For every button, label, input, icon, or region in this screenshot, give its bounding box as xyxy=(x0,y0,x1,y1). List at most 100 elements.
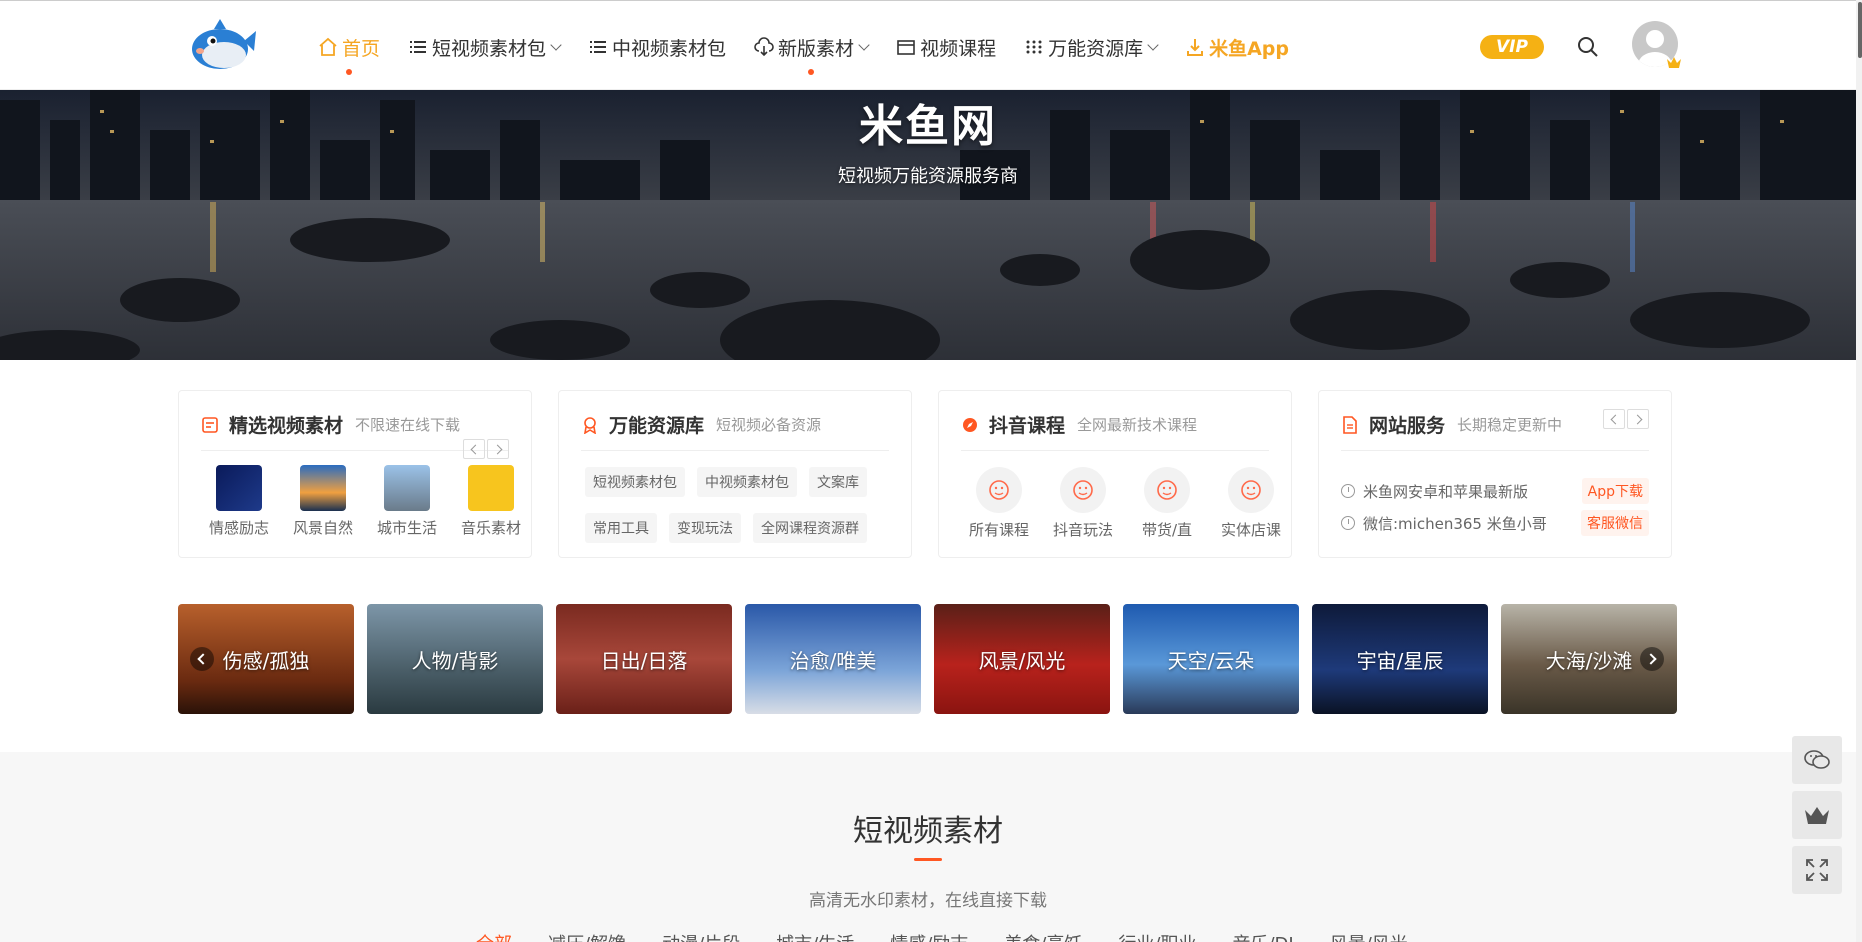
card-title[interactable]: 网站服务 xyxy=(1369,411,1445,438)
section-title: 短视频素材 xyxy=(853,814,1003,849)
service-text[interactable]: 微信:michen365 米鱼小哥 xyxy=(1363,513,1581,534)
nav-home-label: 首页 xyxy=(342,37,381,60)
list-icon xyxy=(590,41,607,53)
category-label: 人物/背影 xyxy=(411,648,499,673)
nav-new-materials[interactable]: 新版素材 xyxy=(754,29,870,75)
resource-tag[interactable]: 文案库 xyxy=(809,467,867,497)
service-text[interactable]: 米鱼网安卓和苹果最新版 xyxy=(1363,481,1582,502)
nav-home[interactable]: 首页 xyxy=(318,29,381,75)
nav-mid-video-pack[interactable]: 中视频素材包 xyxy=(588,29,726,65)
vip-crown-button[interactable] xyxy=(1792,791,1842,839)
compass-icon xyxy=(963,417,977,432)
course-item[interactable]: 实体店课 xyxy=(1209,467,1293,540)
prev-arrow-icon[interactable] xyxy=(463,439,485,459)
resource-tag[interactable]: 全网课程资源群 xyxy=(753,513,867,543)
material-item-label: 情感励志 xyxy=(208,519,269,537)
course-item[interactable]: 带货/直 xyxy=(1125,467,1209,540)
course-icon xyxy=(1144,467,1190,513)
category-tile[interactable]: 天空/云朵 xyxy=(1123,604,1299,714)
document-icon xyxy=(202,416,218,433)
clock-icon xyxy=(1341,516,1355,530)
tab-item[interactable]: 音乐/DJ xyxy=(1232,930,1293,942)
grid-icon xyxy=(1026,40,1042,54)
card-title[interactable]: 万能资源库 xyxy=(609,411,704,438)
category-tile[interactable]: 人物/背影 xyxy=(367,604,543,714)
landscape-thumb xyxy=(300,465,346,511)
card-subtitle: 短视频必备资源 xyxy=(716,416,822,434)
category-tile[interactable]: 风景/风光 xyxy=(934,604,1110,714)
card-title[interactable]: 抖音课程 xyxy=(989,411,1065,438)
page-scrollbar[interactable] xyxy=(1856,0,1862,942)
app-download-button[interactable]: App下载 xyxy=(1581,478,1649,504)
tab-item[interactable]: 风景/风光 xyxy=(1330,930,1408,942)
category-tile[interactable]: 日出/日落 xyxy=(556,604,732,714)
short-video-section: 短视频素材 高清无水印素材，在线直接下载 全部 减压/解馋 动漫/片段 城市/生… xyxy=(0,752,1856,942)
tab-item[interactable]: 行业/职业 xyxy=(1118,930,1196,942)
course-item[interactable]: 抖音玩法 xyxy=(1041,467,1125,540)
category-label: 宇宙/星辰 xyxy=(1356,648,1444,673)
course-item-label: 带货/直 xyxy=(1141,521,1193,539)
material-item[interactable]: 风景自然 xyxy=(281,465,365,538)
resource-tag[interactable]: 中视频素材包 xyxy=(697,467,797,497)
chevron-down-icon xyxy=(858,39,870,51)
tab-item[interactable]: 动漫/片段 xyxy=(662,930,740,942)
nav-app-download[interactable]: 米鱼App xyxy=(1185,29,1289,65)
resource-tag[interactable]: 变现玩法 xyxy=(669,513,741,543)
resource-tag[interactable]: 常用工具 xyxy=(585,513,657,543)
site-logo[interactable] xyxy=(186,15,258,73)
course-item-label: 实体店课 xyxy=(1220,521,1281,539)
material-item[interactable]: 音乐素材 xyxy=(449,465,533,538)
category-prev-icon[interactable] xyxy=(190,647,214,671)
material-item-label: 风景自然 xyxy=(292,519,353,537)
tab-item[interactable]: 情感/励志 xyxy=(890,930,968,942)
category-next-icon[interactable] xyxy=(1640,647,1664,671)
search-icon[interactable] xyxy=(1576,35,1600,59)
city-thumb xyxy=(384,465,430,511)
chevron-down-icon xyxy=(550,39,562,51)
category-tile[interactable]: 治愈/唯美 xyxy=(745,604,921,714)
course-item-label: 抖音玩法 xyxy=(1052,521,1113,539)
material-item[interactable]: 情感励志 xyxy=(197,465,281,538)
nav-resource-library[interactable]: 万能资源库 xyxy=(1024,29,1159,65)
feature-cards: 精选视频素材 不限速在线下载 情感励志 风景自然 城市生活 音乐素材 万能资源库… xyxy=(178,390,1672,558)
course-icon xyxy=(1060,467,1106,513)
card-resources: 万能资源库 短视频必备资源 短视频素材包 中视频素材包 文案库 常用工具 变现玩… xyxy=(558,390,912,558)
section-subtitle: 高清无水印素材，在线直接下载 xyxy=(809,891,1047,911)
category-strip: 伤感/孤独 人物/背影 日出/日落 治愈/唯美 风景/风光 天空/云朵 宇宙/星… xyxy=(178,604,1677,714)
card-pager xyxy=(1601,409,1649,429)
nav-video-courses[interactable]: 视频课程 xyxy=(896,29,996,65)
wechat-button[interactable] xyxy=(1792,736,1842,784)
scrollbar-thumb[interactable] xyxy=(1858,2,1862,58)
support-wechat-button[interactable]: 客服微信 xyxy=(1581,510,1649,536)
header: 首页 短视频素材包 中视频素材包 新版素材 视频课程 万能资源库 米鱼App V… xyxy=(0,0,1856,90)
category-label: 日出/日落 xyxy=(600,648,688,673)
next-arrow-icon[interactable] xyxy=(487,439,509,459)
crown-icon xyxy=(1805,807,1829,824)
crown-icon xyxy=(1667,57,1681,68)
category-label: 伤感/孤独 xyxy=(222,648,310,673)
vip-button[interactable]: VIP xyxy=(1480,35,1544,59)
category-label: 治愈/唯美 xyxy=(789,648,877,673)
card-courses: 抖音课程 全网最新技术课程 所有课程 抖音玩法 带货/直 实体店课 xyxy=(938,390,1292,558)
category-label: 大海/沙滩 xyxy=(1545,648,1633,673)
next-arrow-icon[interactable] xyxy=(1627,409,1649,429)
tab-all[interactable]: 全部 xyxy=(476,930,512,942)
list-icon xyxy=(410,41,427,53)
nav-video-courses-label: 视频课程 xyxy=(920,37,997,60)
prev-arrow-icon[interactable] xyxy=(1603,409,1625,429)
material-item[interactable]: 城市生活 xyxy=(365,465,449,538)
card-title[interactable]: 精选视频素材 xyxy=(229,411,343,438)
tab-item[interactable]: 减压/解馋 xyxy=(548,930,626,942)
card-subtitle: 不限速在线下载 xyxy=(355,416,461,434)
nav-short-video-pack[interactable]: 短视频素材包 xyxy=(408,29,562,65)
course-item[interactable]: 所有课程 xyxy=(957,467,1041,540)
category-tile[interactable]: 宇宙/星辰 xyxy=(1312,604,1488,714)
hero-subtitle: 短视频万能资源服务商 xyxy=(838,166,1018,187)
card-header: 万能资源库 短视频必备资源 xyxy=(581,411,889,451)
fullscreen-button[interactable] xyxy=(1792,846,1842,894)
tab-item[interactable]: 城市/生活 xyxy=(776,930,854,942)
category-label: 风景/风光 xyxy=(978,648,1066,673)
tab-item[interactable]: 美食/烹饪 xyxy=(1004,930,1082,942)
resource-tag[interactable]: 短视频素材包 xyxy=(585,467,685,497)
chevron-down-icon xyxy=(1147,39,1159,51)
